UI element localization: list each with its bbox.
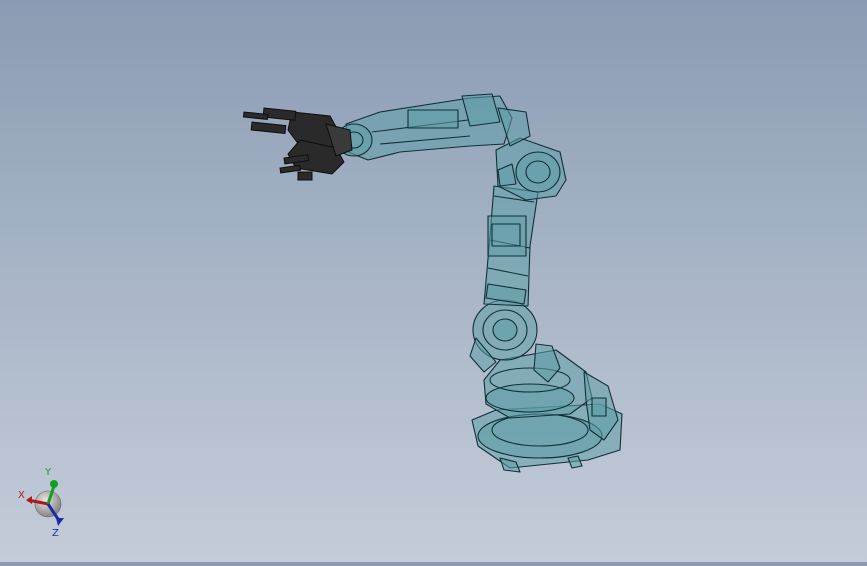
gripper-end-effector	[242, 107, 353, 181]
triad-z-label: Z	[52, 528, 59, 539]
robot-arm-model[interactable]	[0, 0, 867, 562]
triad-y-label: Y	[44, 467, 52, 478]
triad-x-label: X	[18, 490, 25, 501]
graphics-viewport[interactable]: X Y Z	[0, 0, 867, 562]
upper-arm-cover	[407, 109, 459, 129]
robot-base-ring	[477, 413, 603, 459]
orientation-triad[interactable]: X Y Z	[14, 462, 74, 542]
